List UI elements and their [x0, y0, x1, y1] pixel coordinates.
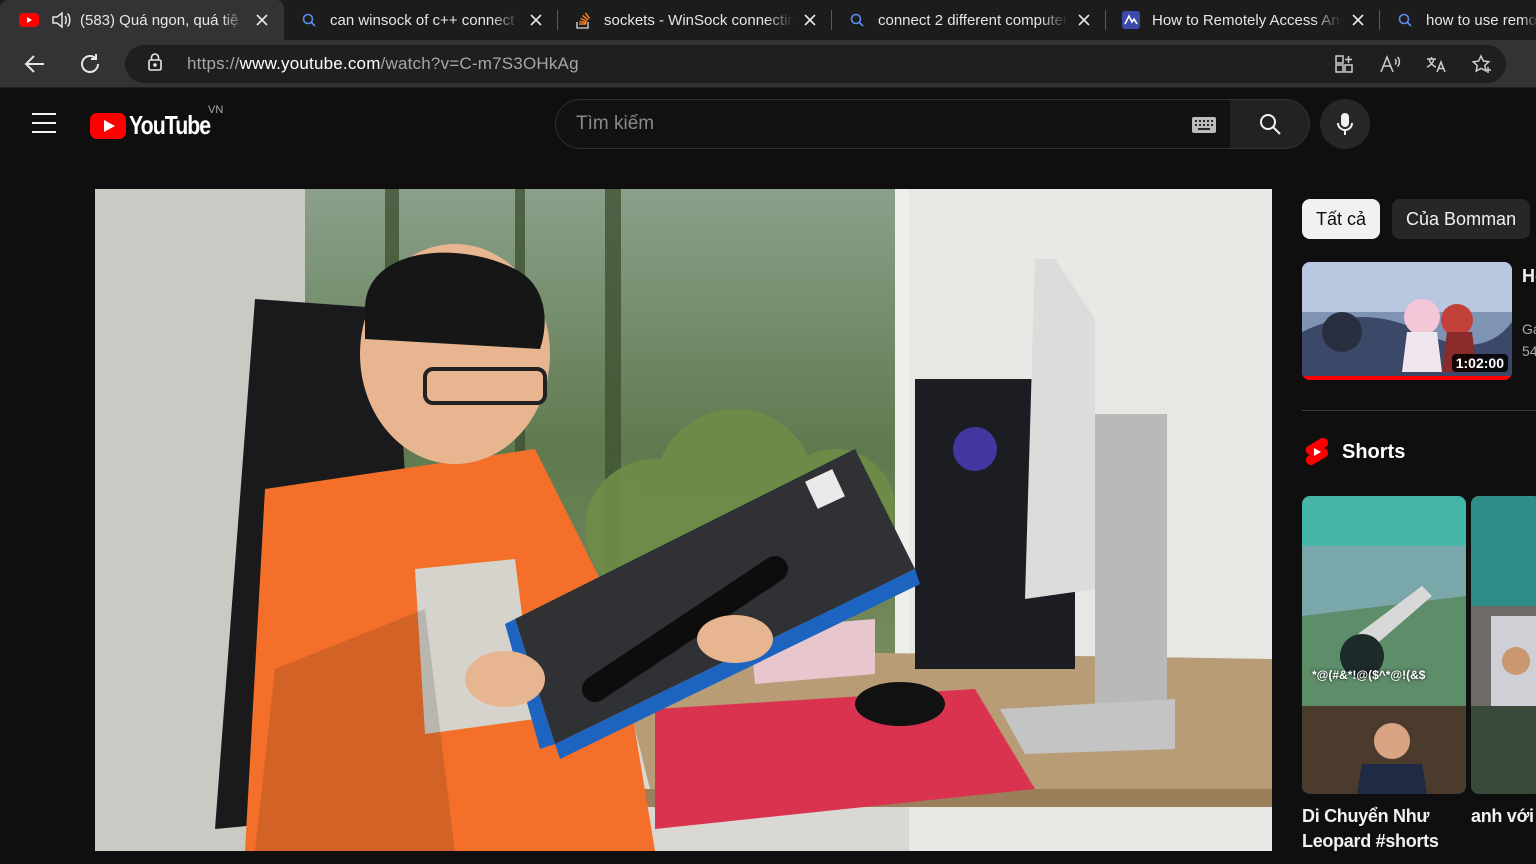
video-player[interactable] — [95, 189, 1272, 851]
browser-toolbar: https://www.youtube.com/watch?v=C-m7S3OH… — [0, 40, 1536, 88]
tab-stackoverflow[interactable]: sockets - WinSock connecting — [558, 0, 832, 40]
video-title[interactable]: Ho Ho — [1522, 264, 1536, 288]
keyboard-icon[interactable] — [1192, 117, 1216, 133]
tab-title: sockets - WinSock connecting — [604, 11, 794, 29]
browser-tab-strip: (583) Quá ngon, quá tiệ can winsock of c… — [0, 0, 1536, 40]
search-input[interactable]: Tìm kiếm — [555, 99, 1231, 149]
filter-chips: Tất cả Của Bomman — [1302, 199, 1531, 239]
apps-icon[interactable] — [1332, 53, 1356, 75]
close-tab-icon[interactable] — [252, 10, 272, 30]
close-tab-icon[interactable] — [800, 10, 820, 30]
back-button[interactable] — [17, 46, 53, 82]
voice-search-button[interactable] — [1320, 99, 1370, 149]
search-icon — [846, 9, 868, 31]
chip-all[interactable]: Tất cả — [1302, 199, 1381, 239]
shorts-label: Shorts — [1342, 440, 1406, 463]
youtube-logo[interactable]: YouTube VN — [90, 104, 228, 141]
search-icon — [298, 9, 320, 31]
video-frame — [95, 189, 1272, 851]
tab-youtube[interactable]: (583) Quá ngon, quá tiệ — [0, 0, 284, 40]
site-icon — [1120, 9, 1142, 31]
close-tab-icon[interactable] — [1348, 10, 1368, 30]
country-code: VN — [208, 104, 224, 116]
youtube-play-icon — [90, 112, 126, 139]
menu-icon[interactable] — [32, 113, 58, 133]
microphone-icon — [1337, 113, 1353, 135]
youtube-icon — [18, 9, 40, 31]
tab-remote-access[interactable]: How to Remotely Access And — [1106, 0, 1380, 40]
translate-icon[interactable] — [1424, 53, 1448, 75]
watch-progress-bar — [1302, 376, 1512, 380]
section-divider — [1302, 410, 1536, 411]
short-title[interactable]: anh với Datmani — [1471, 804, 1536, 829]
favorites-icon[interactable] — [1470, 53, 1494, 75]
tab-search-connect[interactable]: connect 2 different computer — [832, 0, 1106, 40]
shorts-header: Shorts — [1304, 438, 1405, 466]
read-aloud-icon[interactable] — [1378, 53, 1402, 75]
short-overlay-text: *@(#&*!@($^*@!(&$ — [1312, 668, 1426, 682]
tab-title: how to use remo — [1426, 11, 1536, 29]
chip-from-channel[interactable]: Của Bomman — [1392, 199, 1531, 239]
audio-playing-icon[interactable] — [50, 9, 72, 31]
video-duration: 1:02:00 — [1451, 354, 1508, 372]
tab-title: How to Remotely Access And — [1152, 11, 1342, 29]
close-tab-icon[interactable] — [1074, 10, 1094, 30]
shorts-icon — [1305, 438, 1329, 466]
recommended-video[interactable]: 1:02:00 Ho Ho Ga 54 — [1302, 262, 1536, 382]
reload-button[interactable] — [72, 46, 108, 82]
search-placeholder: Tìm kiếm — [576, 113, 655, 134]
short-thumbnail[interactable]: *@(#&*!@($^*@!(&$ — [1302, 496, 1466, 794]
channel-name: Ga — [1522, 321, 1536, 337]
view-count: 54 — [1522, 343, 1536, 359]
address-bar[interactable]: https://www.youtube.com/watch?v=C-m7S3OH… — [125, 45, 1506, 83]
logo-text: YouTube — [129, 110, 211, 140]
youtube-masthead: YouTube VN Tìm kiếm — [0, 89, 1536, 159]
short-thumbnail[interactable] — [1471, 496, 1536, 794]
search-icon — [1259, 114, 1281, 135]
stackoverflow-icon — [572, 9, 594, 31]
tab-title: can winsock of c++ connect 2 — [330, 11, 520, 29]
lock-icon[interactable] — [147, 52, 165, 77]
url-text: https://www.youtube.com/watch?v=C-m7S3OH… — [187, 54, 579, 73]
tab-search-winsock[interactable]: can winsock of c++ connect 2 — [284, 0, 558, 40]
search-icon — [1394, 9, 1416, 31]
tab-search-remote[interactable]: how to use remo — [1380, 0, 1536, 40]
search-button[interactable] — [1230, 99, 1310, 149]
tab-title: connect 2 different computer — [878, 11, 1068, 29]
video-meta: Ga 54 — [1522, 318, 1536, 362]
tab-title: (583) Quá ngon, quá tiệ — [80, 11, 239, 29]
video-thumbnail[interactable]: 1:02:00 — [1302, 262, 1512, 380]
close-tab-icon[interactable] — [526, 10, 546, 30]
short-title[interactable]: Di Chuyển Như Leopard #shorts — [1302, 804, 1462, 854]
